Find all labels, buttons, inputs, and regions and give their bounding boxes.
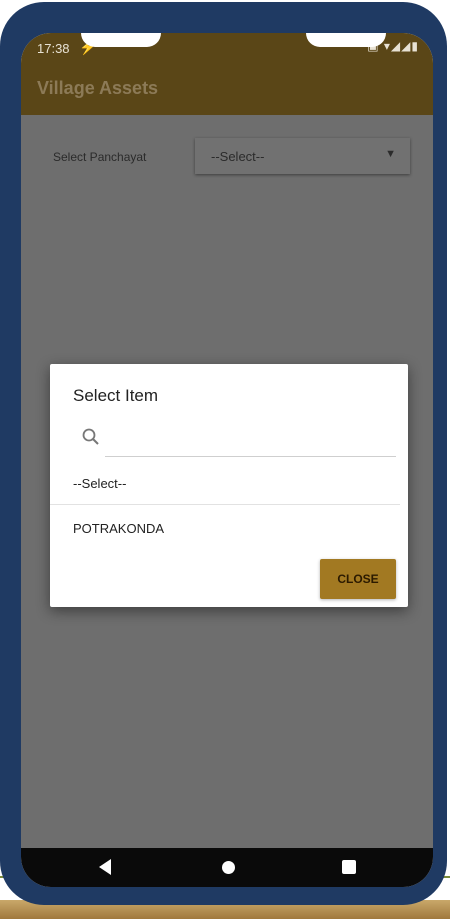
search-input[interactable] bbox=[105, 424, 396, 457]
list-item-potrakonda[interactable]: POTRAKONDA bbox=[50, 509, 400, 549]
search-icon bbox=[82, 428, 99, 445]
dialog-title: Select Item bbox=[73, 386, 159, 405]
main-content: Select Panchayat --Select-- ▼ Select Ite… bbox=[21, 115, 433, 848]
camera-cutout bbox=[81, 33, 161, 47]
home-icon[interactable] bbox=[222, 861, 235, 874]
recent-apps-icon[interactable] bbox=[342, 860, 356, 874]
list-item-label: --Select-- bbox=[73, 476, 127, 491]
phone-frame: 17:38 ⚡ ▣ ▾◢◢▮ Village Assets Select Pan… bbox=[0, 2, 447, 905]
app-title: Village Assets bbox=[37, 78, 159, 98]
panchayat-selected-value: --Select-- bbox=[211, 149, 265, 164]
sensor-cutout bbox=[306, 33, 386, 47]
dropdown-arrow-icon: ▼ bbox=[385, 148, 396, 160]
select-item-dialog: Select Item --Select-- POTRAKONDA CLOSE bbox=[50, 364, 408, 607]
status-bar: 17:38 ⚡ ▣ ▾◢◢▮ bbox=[21, 33, 433, 63]
list-item-label: POTRAKONDA bbox=[73, 521, 165, 536]
panchayat-dropdown[interactable]: --Select-- ▼ bbox=[195, 138, 410, 174]
back-icon[interactable] bbox=[99, 859, 111, 875]
panchayat-label: Select Panchayat bbox=[53, 150, 147, 164]
phone-screen: 17:38 ⚡ ▣ ▾◢◢▮ Village Assets Select Pan… bbox=[21, 33, 433, 887]
navigation-bar bbox=[21, 848, 433, 887]
status-clock: 17:38 bbox=[37, 41, 70, 56]
close-button[interactable]: CLOSE bbox=[320, 559, 396, 599]
list-item-select[interactable]: --Select-- bbox=[50, 464, 400, 505]
app-bar: Village Assets bbox=[21, 63, 433, 115]
